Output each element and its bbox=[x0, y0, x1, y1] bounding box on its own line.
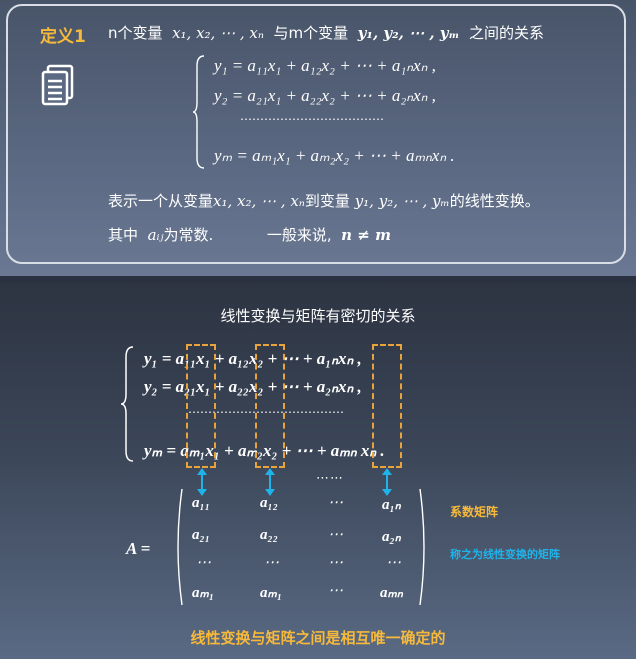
matrix-cell: ⋯ bbox=[264, 555, 279, 571]
line2-mid: 为常数. bbox=[163, 226, 214, 244]
equation-row-1: y₁ = a₁₁x₁ + a₁₂x₂ + ⋯ + a₁ₙxₙ , bbox=[214, 56, 436, 75]
matrix-cell: aₘ₁ bbox=[260, 585, 283, 601]
equation-row-m: yₘ = aₘ₁x₁ + aₘ₂x₂ + ⋯ + aₘₙxₙ . bbox=[214, 146, 455, 165]
matrix-cell: ⋯ bbox=[328, 527, 343, 543]
matrix-cell: ⋯ bbox=[196, 555, 211, 571]
line2-prefix: 其中 bbox=[108, 226, 139, 244]
line1-mid: 到变量 bbox=[304, 192, 350, 210]
intro-suffix: 之间的关系 bbox=[468, 24, 544, 42]
matrix-cell: ⋯ bbox=[328, 583, 343, 599]
relation-equation-system: y₁ = a₁₁x₁ + a₁₂x₂ + ⋯ + a₁ₙxₙ , y₂ = a₂… bbox=[118, 341, 458, 471]
intro-prefix: n个变量 bbox=[108, 24, 163, 42]
matrix-cell: ⋯ bbox=[386, 555, 401, 571]
equation-row-ellipsis: ⋯⋯⋯⋯⋯⋯⋯⋯⋯⋯⋯⋯ bbox=[240, 112, 384, 126]
line1-prefix: 表示一个从变量 bbox=[108, 192, 214, 210]
definition-intro: n个变量 x₁, x₂, ⋯ , xₙ 与m个变量 y₁, y₂, ⋯ , yₘ… bbox=[108, 22, 544, 43]
matrix-cell: a₁ₙ bbox=[382, 497, 401, 513]
line2-neq: n ≠ m bbox=[341, 226, 391, 244]
definition-panel: 定义1 n个变量 x₁, x₂, ⋯ , xₙ 与m个变量 y₁, y₂, ⋯ … bbox=[0, 0, 636, 276]
conclusion-text: 线性变换与矩阵之间是相互唯一确定的 bbox=[190, 629, 446, 647]
matrix-cell: a₂₁ bbox=[192, 527, 210, 543]
matrix-cell: ⋯ bbox=[328, 555, 343, 571]
left-brace bbox=[192, 55, 205, 169]
matrix-cell: a₁₁ bbox=[192, 495, 210, 511]
matrix-cell: ⋯ bbox=[328, 495, 343, 511]
intro-mid: 与m个变量 bbox=[273, 24, 349, 42]
left-brace bbox=[120, 346, 134, 462]
definition-label: 定义1 bbox=[40, 27, 86, 47]
definition-equation-system: y₁ = a₁₁x₁ + a₁₂x₂ + ⋯ + a₁ₙxₙ , y₂ = a₂… bbox=[192, 54, 496, 174]
matrix-cell: a₂₂ bbox=[260, 527, 278, 543]
relation-row-2: y₂ = a₂₁x₁ + a₂₂x₂ + ⋯ + a₂ₙxₙ , bbox=[144, 377, 362, 396]
transformation-matrix-note: 称之为线性变换的矩阵 bbox=[450, 548, 560, 561]
column-highlight-1 bbox=[186, 344, 216, 468]
definition-line-1: 表示一个从变量x₁, x₂, ⋯ , xₙ到变量 y₁, y₂, ⋯ , yₘ的… bbox=[108, 190, 540, 211]
coefficient-matrix: a₁₁ a₁₂ ⋯ a₁ₙ a₂₁ a₂₂ ⋯ a₂ₙ ⋯ ⋯ ⋯ ⋯ aₘ₁ … bbox=[176, 483, 432, 611]
definition-line-2: 其中 aᵢⱼ为常数. 一般来说, n ≠ m bbox=[108, 224, 391, 245]
intro-x-vars: x₁, x₂, ⋯ , xₙ bbox=[172, 24, 264, 42]
line2-aij: aᵢⱼ bbox=[147, 226, 164, 244]
matrix-name: A = bbox=[126, 539, 151, 558]
coefficient-matrix-note: 系数矩阵 bbox=[450, 505, 499, 519]
matrix-cell: aₘₙ bbox=[380, 585, 403, 601]
matrix-cell: a₂ₙ bbox=[382, 529, 401, 545]
line1-suffix: 的线性变换。 bbox=[449, 192, 540, 210]
relation-row-1: y₁ = a₁₁x₁ + a₁₂x₂ + ⋯ + a₁ₙxₙ , bbox=[144, 349, 362, 368]
intro-y-vars: y₁, y₂, ⋯ , yₘ bbox=[357, 24, 460, 42]
column-highlight-2 bbox=[255, 344, 285, 468]
matrix-cell: a₁₂ bbox=[260, 495, 278, 511]
relation-panel: 线性变换与矩阵有密切的关系 y₁ = a₁₁x₁ + a₁₂x₂ + ⋯ + a… bbox=[0, 283, 636, 659]
line2-general: 一般来说, bbox=[266, 226, 332, 244]
relation-title: 线性变换与矩阵有密切的关系 bbox=[220, 307, 416, 325]
line1-y-vars: y₁, y₂, ⋯ , yₘ bbox=[354, 192, 450, 210]
equation-row-2: y₂ = a₂₁x₁ + a₂₂x₂ + ⋯ + a₂ₙxₙ , bbox=[214, 86, 436, 105]
document-icon bbox=[41, 64, 74, 106]
line1-x-vars: x₁, x₂, ⋯ , xₙ bbox=[213, 192, 305, 210]
column-highlight-n bbox=[372, 344, 402, 468]
matrix-cell: aₘ₁ bbox=[192, 585, 215, 601]
definition-card: 定义1 n个变量 x₁, x₂, ⋯ , xₙ 与m个变量 y₁, y₂, ⋯ … bbox=[6, 4, 626, 264]
